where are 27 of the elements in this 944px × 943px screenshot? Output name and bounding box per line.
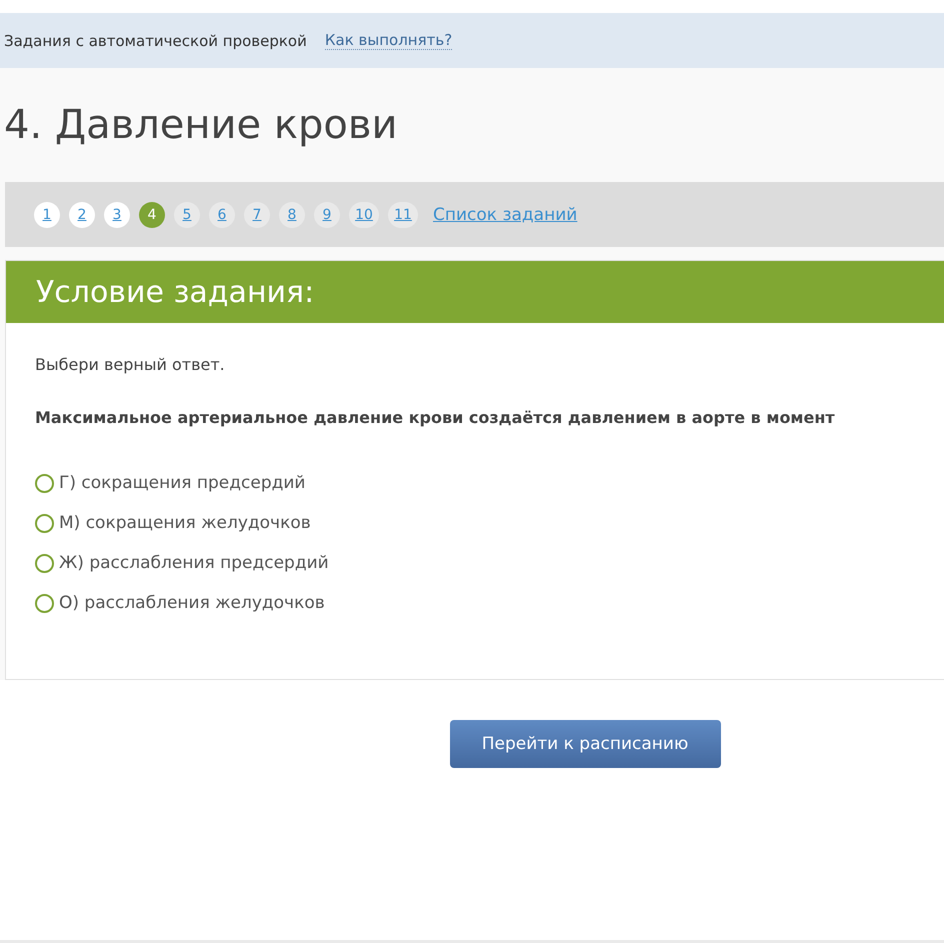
- page-number[interactable]: 6: [209, 202, 235, 228]
- task-list-link[interactable]: Список заданий: [433, 204, 578, 224]
- page-number[interactable]: 7: [244, 202, 270, 228]
- page-number[interactable]: 4: [139, 202, 165, 228]
- option-label[interactable]: Ж) расслабления предсердий: [59, 553, 329, 573]
- page-number[interactable]: 3: [104, 202, 130, 228]
- page-number[interactable]: 1: [34, 202, 60, 228]
- option-label[interactable]: О) расслабления желудочков: [59, 593, 325, 613]
- card-heading: Условие задания:: [36, 274, 314, 310]
- help-link[interactable]: Как выполнять?: [324, 31, 452, 50]
- page-number[interactable]: 11: [388, 202, 418, 228]
- page-title: 4. Давление крови: [4, 102, 398, 150]
- radio-button[interactable]: [35, 514, 54, 532]
- radio-button[interactable]: [35, 474, 54, 492]
- radio-button[interactable]: [35, 594, 54, 612]
- option-label[interactable]: М) сокращения желудочков: [59, 513, 311, 533]
- question-text: Максимальное артериальное давление крови создаётся давлением в аорте в момент: [35, 408, 836, 427]
- option-label[interactable]: Г) сокращения предсердий: [59, 473, 306, 493]
- page-number[interactable]: 10: [349, 202, 379, 228]
- schedule-button[interactable]: Перейти к расписанию: [450, 720, 720, 768]
- page-number[interactable]: 2: [69, 202, 95, 228]
- page-number[interactable]: 8: [279, 202, 305, 228]
- radio-button[interactable]: [35, 554, 54, 572]
- instruction-text: Выбери верный ответ.: [35, 355, 226, 374]
- page-number[interactable]: 5: [174, 202, 200, 228]
- info-label: Задания с автоматической проверкой: [4, 32, 307, 50]
- page-number[interactable]: 9: [314, 202, 340, 228]
